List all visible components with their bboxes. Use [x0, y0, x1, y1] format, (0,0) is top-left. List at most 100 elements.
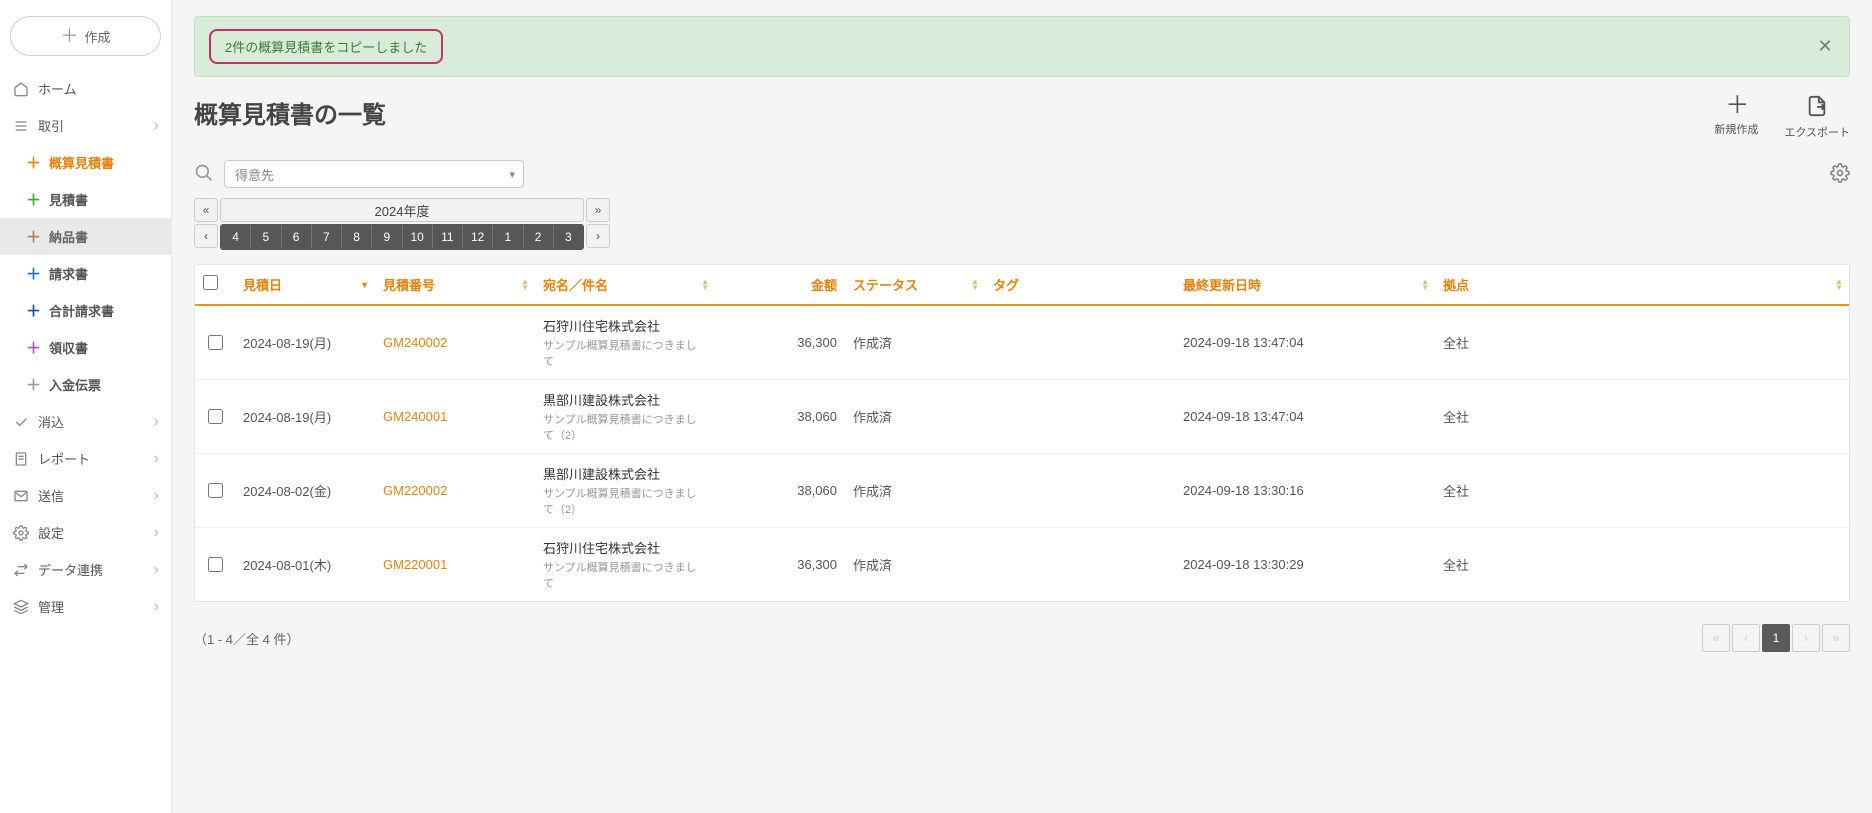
cell-updated: 2024-09-18 13:47:04	[1175, 306, 1435, 379]
table-row[interactable]: 2024-08-02(金)GM220002黒部川建設株式会社サンプル概算見積書に…	[195, 454, 1849, 528]
cell-status: 作成済	[845, 454, 985, 527]
sidebar-item-rough-estimate[interactable]: ＋ 概算見積書	[0, 144, 171, 181]
pager-last[interactable]: »	[1822, 624, 1850, 652]
month-button[interactable]: 10	[403, 225, 433, 249]
search-icon[interactable]	[194, 163, 214, 186]
month-prev-button[interactable]: ‹	[194, 224, 218, 248]
pager-page-1[interactable]: 1	[1762, 624, 1790, 652]
month-button[interactable]: 5	[251, 225, 281, 249]
swap-icon	[12, 562, 30, 578]
success-banner: 2件の概算見積書をコピーしました ✕	[194, 16, 1850, 77]
export-button[interactable]: エクスポート	[1784, 95, 1850, 140]
estimate-number-link[interactable]: GM220002	[383, 483, 527, 498]
cell-addressee: 石狩川住宅株式会社サンプル概算見積書につきまして	[535, 306, 715, 379]
col-tag[interactable]: タグ	[985, 265, 1175, 304]
row-checkbox[interactable]	[208, 335, 223, 350]
col-addressee[interactable]: 宛名／件名▲▼	[535, 265, 715, 304]
layers-icon	[12, 599, 30, 615]
cell-updated: 2024-09-18 13:30:16	[1175, 454, 1435, 527]
nav-settings[interactable]: 設定	[0, 514, 171, 551]
filter-settings-button[interactable]	[1830, 163, 1850, 186]
nav-send[interactable]: 送信	[0, 477, 171, 514]
document-icon	[12, 451, 30, 467]
table-row[interactable]: 2024-08-19(月)GM240002石狩川住宅株式会社サンプル概算見積書に…	[195, 306, 1849, 380]
col-amount[interactable]: 金額▲▼	[715, 265, 845, 304]
year-next-button[interactable]: »	[586, 198, 610, 222]
month-button[interactable]: 4	[221, 225, 251, 249]
col-status[interactable]: ステータス▲▼	[845, 265, 985, 304]
row-checkbox[interactable]	[208, 483, 223, 498]
cell-amount: 36,300	[715, 306, 845, 379]
mail-icon	[12, 488, 30, 504]
table-header: 見積日▼ 見積番号▲▼ 宛名／件名▲▼ 金額▲▼ ステータス▲▼ タグ 最終更新…	[195, 265, 1849, 306]
month-button[interactable]: 1	[493, 225, 523, 249]
estimate-number-link[interactable]: GM220001	[383, 557, 527, 572]
sidebar-item-delivery[interactable]: ＋ 納品書	[0, 218, 171, 255]
cell-addressee: 黒部川建設株式会社サンプル概算見積書につきまして（2）	[535, 380, 715, 453]
table-row[interactable]: 2024-08-01(木) GM220001 石狩川住宅株式会社サンプル概算見積書に…	[195, 528, 1849, 601]
cell-base: 全社	[1435, 454, 1849, 527]
col-number[interactable]: 見積番号▲▼	[375, 265, 535, 304]
cell-date: 2024-08-01(木)	[235, 528, 375, 601]
sort-icon: ▲▼	[1421, 279, 1429, 291]
col-date[interactable]: 見積日▼	[235, 265, 375, 304]
cell-amount: 38,060	[715, 380, 845, 453]
pager-prev[interactable]: ‹	[1732, 624, 1760, 652]
cell-status: 作成済	[845, 380, 985, 453]
table-row[interactable]: 2024-08-19(月) GM240001 黒部川建設株式会社サンプル概算見積書に…	[195, 380, 1849, 454]
month-button[interactable]: 6	[282, 225, 312, 249]
cell-addressee: 石狩川住宅株式会社サンプル概算見積書につきまして	[535, 528, 715, 601]
month-button[interactable]: 12	[463, 225, 493, 249]
year-label: 2024年度	[220, 198, 584, 222]
plus-icon: ＋	[1725, 95, 1747, 117]
month-button[interactable]: 9	[372, 225, 402, 249]
sidebar: ＋ 作成 ホーム 取引 ＋ 概算見積書 ＋ 見積書 ＋ 納品書 ＋	[0, 0, 172, 813]
sort-icon: ▲▼	[831, 279, 839, 291]
pager-next[interactable]: ›	[1792, 624, 1820, 652]
customer-select[interactable]: 得意先	[224, 160, 524, 188]
cell-tag	[985, 306, 1175, 379]
new-button[interactable]: ＋ 新規作成	[1714, 95, 1758, 137]
cell-tag	[985, 380, 1175, 453]
sidebar-item-total-invoice[interactable]: ＋ 合計請求書	[0, 292, 171, 329]
month-button[interactable]: 3	[554, 225, 583, 249]
sidebar-item-deposit[interactable]: ＋ 入金伝票	[0, 366, 171, 403]
plus-icon: ＋	[26, 300, 41, 321]
col-updated[interactable]: 最終更新日時▲▼	[1175, 265, 1435, 304]
nav-report[interactable]: レポート	[0, 440, 171, 477]
cell-status: 作成済	[845, 306, 985, 379]
nav-clear[interactable]: 消込	[0, 403, 171, 440]
col-base[interactable]: 拠点▲▼	[1435, 265, 1849, 304]
sidebar-item-receipt[interactable]: ＋ 領収書	[0, 329, 171, 366]
banner-close-button[interactable]: ✕	[1815, 37, 1835, 57]
cell-date: 2024-08-19(月)	[235, 380, 375, 453]
nav-transactions[interactable]: 取引	[0, 107, 171, 144]
pager-first[interactable]: «	[1702, 624, 1730, 652]
estimate-number-link[interactable]: GM240002	[383, 335, 527, 350]
plus-icon: ＋	[26, 337, 41, 358]
row-checkbox[interactable]	[208, 409, 223, 424]
month-button[interactable]: 11	[433, 225, 463, 249]
sidebar-item-estimate[interactable]: ＋ 見積書	[0, 181, 171, 218]
plus-icon: ＋	[26, 263, 41, 284]
cell-base: 全社	[1435, 528, 1849, 601]
list-icon	[12, 118, 30, 134]
row-checkbox[interactable]	[208, 557, 223, 572]
nav-home[interactable]: ホーム	[0, 70, 171, 107]
nav-manage[interactable]: 管理	[0, 588, 171, 625]
create-button[interactable]: ＋ 作成	[10, 16, 161, 56]
sidebar-item-invoice[interactable]: ＋ 請求書	[0, 255, 171, 292]
nav-data-link[interactable]: データ連携	[0, 551, 171, 588]
plus-icon: ＋	[26, 374, 41, 395]
year-prev-button[interactable]: «	[194, 198, 218, 222]
month-next-button[interactable]: ›	[586, 224, 610, 248]
month-button[interactable]: 7	[312, 225, 342, 249]
cell-addressee: 黒部川建設株式会社サンプル概算見積書につきまして（2）	[535, 454, 715, 527]
gear-icon	[12, 525, 30, 541]
export-icon	[1806, 95, 1828, 120]
month-button[interactable]: 8	[342, 225, 372, 249]
month-button[interactable]: 2	[524, 225, 554, 249]
select-all-checkbox[interactable]	[203, 275, 218, 290]
period-navigator: « 2024年度 » ‹ 456789101112123 ›	[194, 198, 610, 250]
estimate-number-link[interactable]: GM240001	[383, 409, 527, 424]
